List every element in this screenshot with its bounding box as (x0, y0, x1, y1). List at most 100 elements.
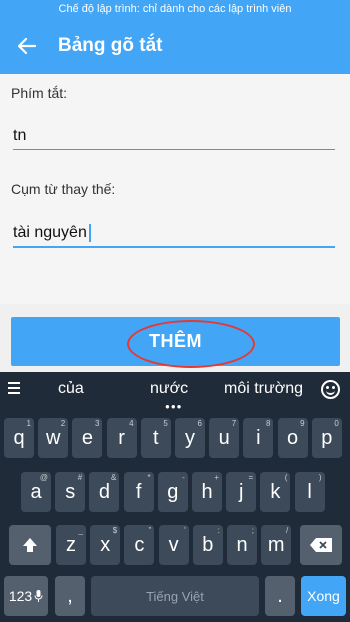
shortcut-input[interactable]: tn (13, 120, 335, 150)
key-label: z (66, 533, 76, 556)
key-hint: ( (284, 473, 288, 482)
key-hint: 5 (163, 419, 168, 428)
key-label: y (185, 426, 195, 449)
key-y[interactable]: y6 (175, 418, 205, 458)
key-v[interactable]: v ' (158, 525, 189, 565)
key-hint: 1 (26, 419, 31, 428)
key-label: g (167, 480, 179, 503)
key-hint: " (148, 526, 152, 535)
space-key-label: Tiếng Việt (146, 588, 204, 604)
key-n[interactable]: n; (227, 525, 257, 565)
key-label: r (118, 426, 125, 449)
more-suggestions-icon[interactable]: ●●● (165, 402, 183, 411)
key-l[interactable]: l) (294, 472, 325, 512)
key-label: a (30, 480, 42, 503)
key-hint: 0 (334, 419, 339, 428)
key-hint: 4 (129, 419, 134, 428)
status-bar-text: Chế độ lập trình: chỉ dành cho các lập t… (58, 3, 292, 15)
key-label: f (135, 480, 142, 503)
key-hint: / (285, 526, 289, 535)
key-hint: ; (251, 526, 254, 535)
backspace-key[interactable] (300, 525, 342, 565)
shortcut-label: Phím tắt: (11, 85, 68, 101)
page-title: Bảng gõ tắt (58, 35, 163, 56)
key-label: h (201, 480, 213, 503)
key-h[interactable]: h + (192, 472, 222, 512)
key-a[interactable]: a @ (21, 472, 51, 512)
key-m[interactable]: m / (261, 525, 292, 565)
shortcut-input-value: tn (13, 127, 27, 144)
key-z[interactable]: z _ (56, 525, 86, 565)
key-hint: & (111, 473, 117, 482)
key-hint: 8 (265, 419, 271, 428)
key-c[interactable]: c " (124, 525, 155, 565)
period-key[interactable]: . (265, 576, 295, 616)
key-f[interactable]: f * (123, 472, 154, 512)
on-screen-keyboard: của nước ●●● môi trường 123 , Tiếng Việt… (0, 372, 350, 622)
key-p[interactable]: p0 (311, 418, 342, 458)
phrase-input-value: tài nguyên (13, 224, 87, 241)
text-caret (88, 224, 91, 242)
key-hint: : (217, 526, 220, 535)
comma-key-label: , (67, 584, 73, 607)
key-d[interactable]: d & (89, 472, 120, 512)
key-hint: $ (112, 526, 118, 535)
key-w[interactable]: w2 (38, 418, 69, 458)
key-hint: _ (78, 526, 83, 535)
key-hint: * (147, 473, 151, 482)
key-i[interactable]: i8 (243, 418, 274, 458)
key-b[interactable]: b: (192, 525, 223, 565)
key-label: i (256, 426, 261, 449)
key-x[interactable]: x $ (90, 525, 121, 565)
numbers-key[interactable]: 123 (4, 576, 48, 616)
key-k[interactable]: k( (260, 472, 291, 512)
phrase-input[interactable]: tài nguyên (13, 218, 335, 248)
suggestion-2[interactable]: nước (150, 380, 188, 398)
key-label: c (134, 533, 145, 556)
key-hint: + (214, 473, 219, 482)
mic-icon (34, 590, 43, 602)
suggestion-1[interactable]: của (58, 380, 84, 398)
arrow-left-icon (17, 37, 37, 55)
menu-icon[interactable] (8, 382, 20, 397)
key-label: o (287, 426, 299, 449)
add-button[interactable]: THÊM (11, 317, 340, 366)
key-label: u (218, 426, 230, 449)
back-button[interactable] (0, 18, 54, 74)
shift-arrow-icon (23, 538, 37, 552)
done-key-label: Xong (307, 588, 340, 604)
key-hint: ) (318, 473, 322, 482)
comma-key[interactable]: , (55, 576, 85, 616)
key-label: q (13, 426, 25, 449)
key-hint: # (77, 473, 83, 482)
key-r[interactable]: r4 (106, 418, 137, 458)
phrase-label: Cụm từ thay thế: (11, 181, 116, 197)
key-hint: 3 (94, 419, 100, 428)
key-u[interactable]: u7 (209, 418, 240, 458)
key-g[interactable]: g- (157, 472, 188, 512)
app-bar: Bảng gõ tắt (0, 18, 350, 74)
suggestion-3[interactable]: môi trường (224, 380, 303, 398)
shortcut-form: Phím tắt: tn Cụm từ thay thế: tài nguyên (0, 74, 350, 304)
key-hint: 9 (300, 419, 305, 428)
key-label: p (321, 426, 333, 449)
shift-key[interactable] (9, 525, 51, 565)
key-label: e (81, 426, 93, 449)
key-j[interactable]: j = (226, 472, 257, 512)
key-s[interactable]: s # (55, 472, 86, 512)
emoji-icon[interactable] (321, 380, 340, 399)
key-q[interactable]: q1 (4, 418, 34, 458)
done-key[interactable]: Xong (301, 576, 346, 616)
space-key[interactable]: Tiếng Việt (91, 576, 259, 616)
key-e[interactable]: e3 (72, 418, 103, 458)
key-o[interactable]: o9 (277, 418, 308, 458)
key-label: l (307, 480, 312, 503)
key-t[interactable]: t5 (140, 418, 171, 458)
key-label: w (45, 426, 61, 449)
key-label: s (65, 480, 76, 503)
key-hint: - (182, 473, 185, 482)
key-hint: 2 (60, 419, 66, 428)
status-bar: Chế độ lập trình: chỉ dành cho các lập t… (0, 0, 350, 18)
key-label: x (100, 533, 111, 556)
key-label: d (98, 480, 110, 503)
